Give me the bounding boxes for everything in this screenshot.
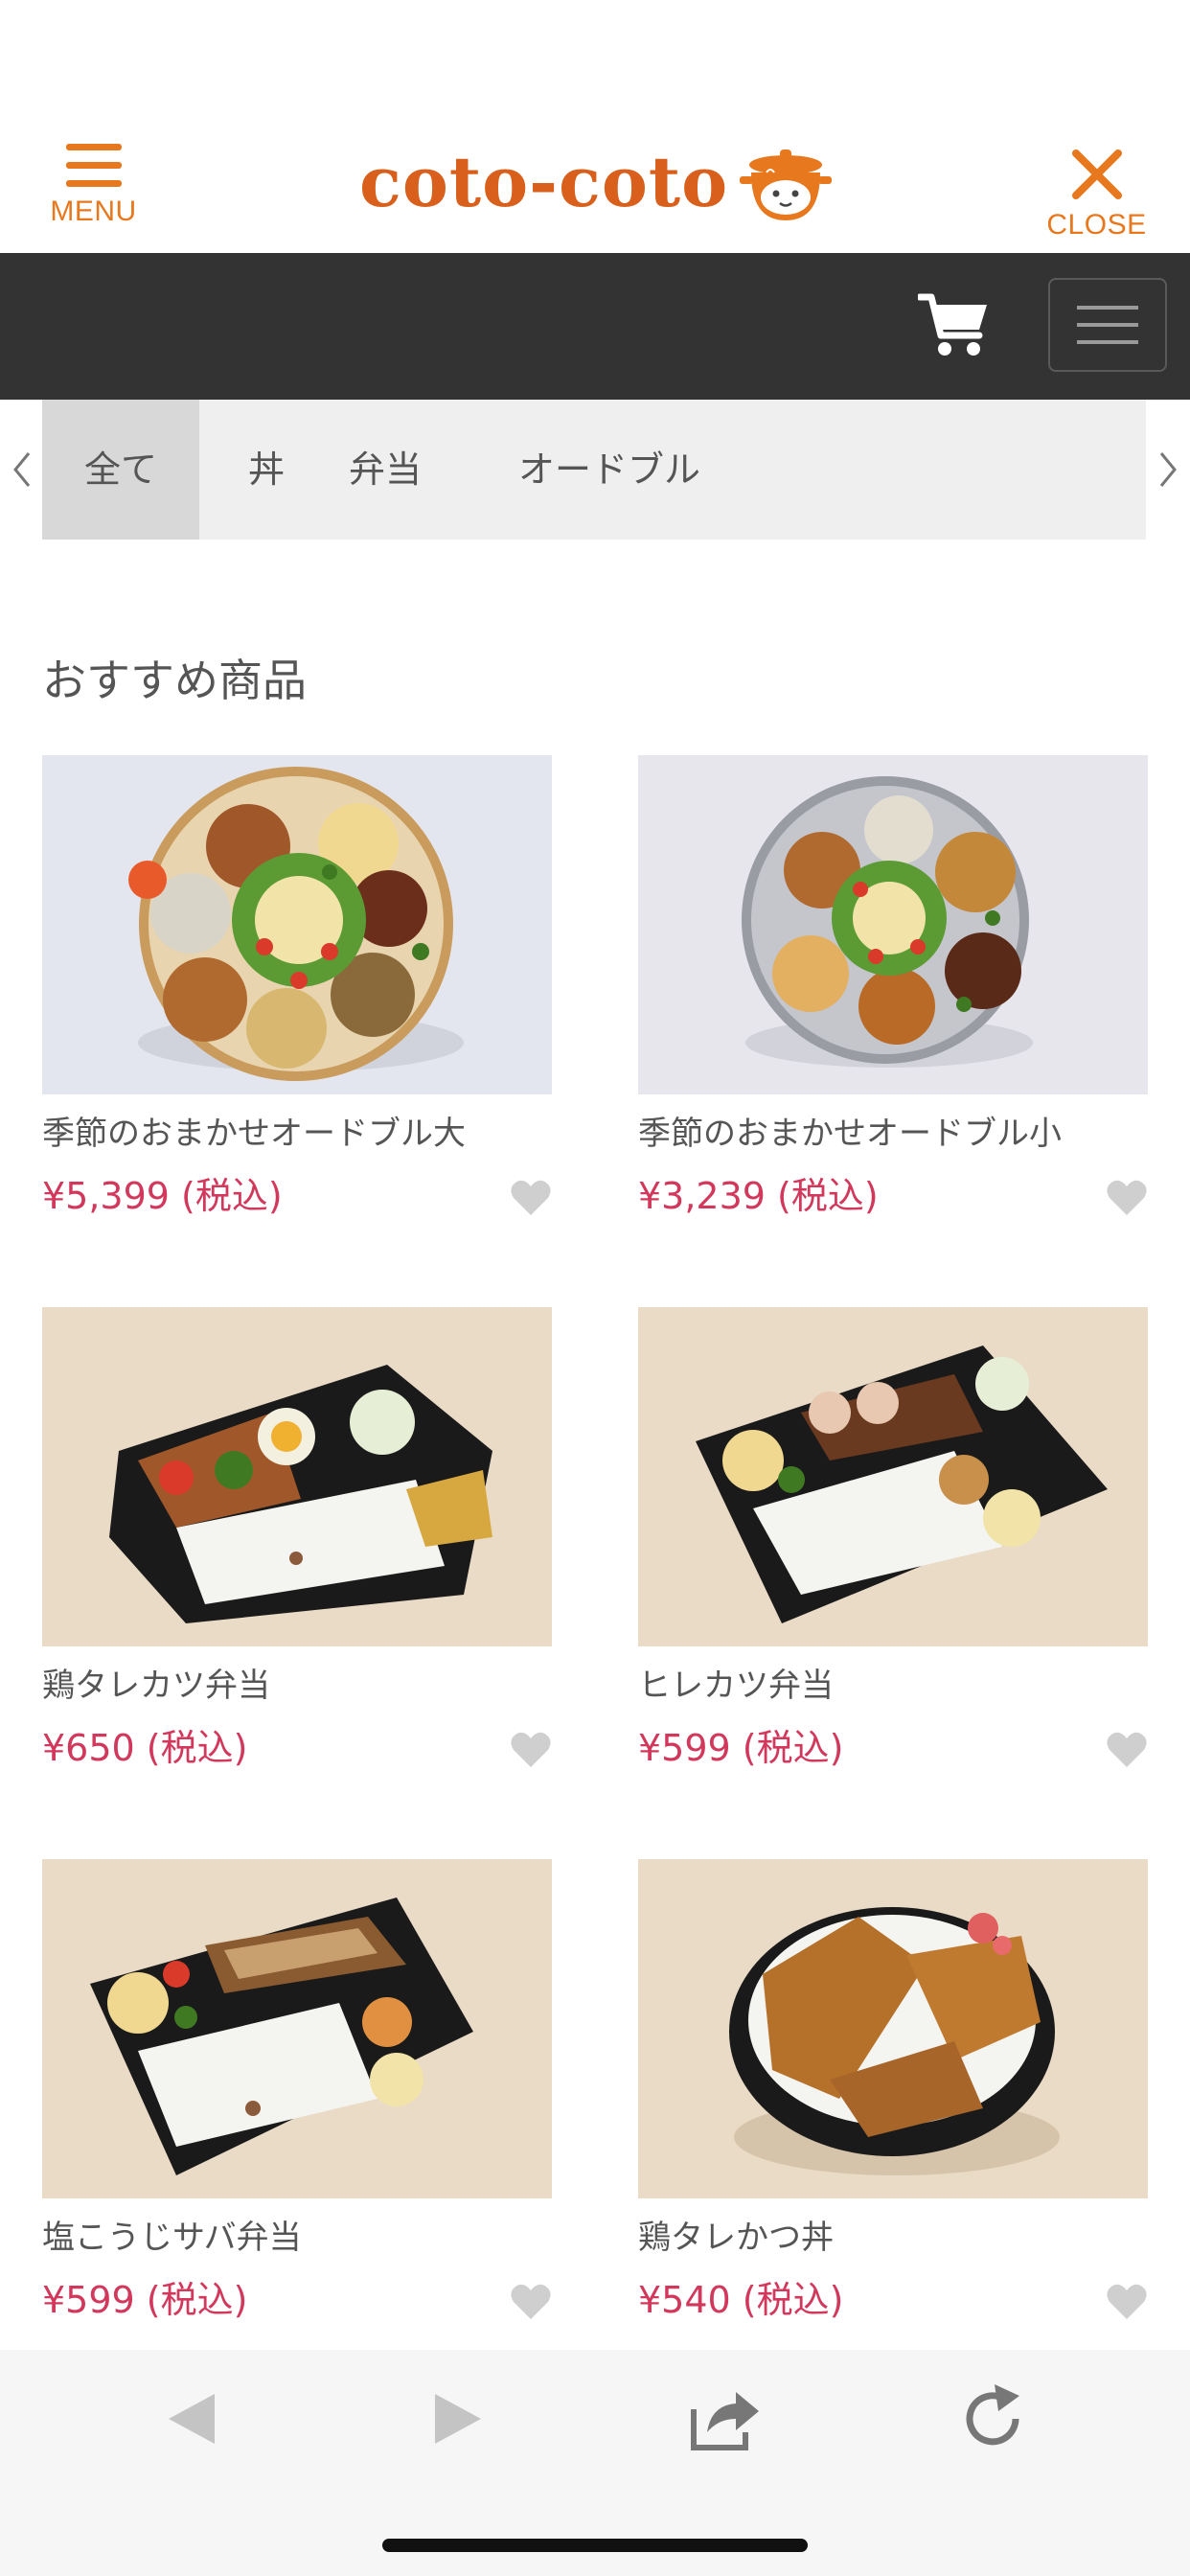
site-header: MENU coto-coto CLOSE — [0, 0, 1190, 253]
cart-icon[interactable] — [918, 289, 991, 362]
product-card[interactable]: 鶏タレカツ弁当 ¥650 (税込) — [42, 1307, 552, 1806]
product-name[interactable]: 鶏タレカツ弁当 — [42, 1662, 270, 1710]
nav-bar — [0, 253, 1190, 400]
tab-donburi[interactable]: 丼 — [220, 400, 312, 540]
product-name[interactable]: 季節のおまかせオードブル大 — [42, 1110, 466, 1158]
tab-bento[interactable]: 弁当 — [339, 400, 431, 540]
chevron-right-icon[interactable] — [1154, 448, 1182, 492]
home-indicator — [382, 2539, 808, 2552]
menu-button[interactable]: MENU — [38, 144, 149, 240]
product-image[interactable] — [638, 1307, 1148, 1646]
product-card[interactable]: ヒレカツ弁当 ¥599 (税込) — [638, 1307, 1148, 1806]
product-card[interactable]: 季節のおまかせオードブル小 ¥3,239 (税込) — [638, 755, 1148, 1254]
nav-toggle-button[interactable] — [1048, 278, 1167, 372]
browser-toolbar — [0, 2350, 1190, 2576]
pot-logo-icon — [740, 150, 832, 220]
tab-hors-doeuvre[interactable]: オードブル — [504, 400, 715, 540]
product-price: ¥5,399 (税込) — [42, 1175, 283, 1217]
product-image[interactable] — [42, 1859, 552, 2198]
tab-all[interactable]: 全て — [42, 400, 199, 540]
product-price: ¥599 (税込) — [42, 2279, 248, 2321]
heart-icon[interactable] — [510, 1179, 552, 1217]
product-image[interactable] — [638, 1859, 1148, 2198]
section-title: おすすめ商品 — [42, 655, 307, 706]
product-card[interactable]: 季節のおまかせオードブル大 ¥5,399 (税込) — [42, 755, 552, 1254]
heart-icon[interactable] — [1106, 1731, 1148, 1769]
product-card[interactable]: 塩こうじサバ弁当 ¥599 (税込) — [42, 1859, 552, 2358]
heart-icon[interactable] — [1106, 1179, 1148, 1217]
reload-icon[interactable] — [956, 2380, 1033, 2457]
hamburger-icon — [65, 144, 122, 188]
product-price: ¥540 (税込) — [638, 2279, 844, 2321]
product-name[interactable]: 塩こうじサバ弁当 — [42, 2214, 302, 2262]
heart-icon[interactable] — [510, 1731, 552, 1769]
site-logo[interactable]: coto-coto — [359, 144, 838, 220]
close-icon — [1071, 150, 1122, 199]
heart-icon[interactable] — [510, 2283, 552, 2321]
product-price: ¥599 (税込) — [638, 1727, 844, 1769]
close-label: CLOSE — [1046, 209, 1147, 241]
product-image[interactable] — [42, 1307, 552, 1646]
back-arrow-icon[interactable] — [153, 2380, 230, 2457]
chevron-left-icon[interactable] — [8, 448, 36, 492]
logo-text: coto-coto — [359, 141, 729, 222]
category-tabs: 全て 丼 弁当 オードブル — [0, 400, 1190, 540]
product-image[interactable] — [42, 755, 552, 1094]
menu-label: MENU — [50, 196, 137, 227]
tab-strip: 全て 丼 弁当 オードブル — [42, 400, 1146, 540]
close-button[interactable]: CLOSE — [1037, 144, 1156, 241]
product-price: ¥3,239 (税込) — [638, 1175, 879, 1217]
product-name[interactable]: 季節のおまかせオードブル小 — [638, 1110, 1062, 1158]
share-icon[interactable] — [686, 2380, 763, 2457]
heart-icon[interactable] — [1106, 2283, 1148, 2321]
product-name[interactable]: 鶏タレかつ丼 — [638, 2214, 834, 2262]
product-image[interactable] — [638, 755, 1148, 1094]
product-card[interactable]: 鶏タレかつ丼 ¥540 (税込) — [638, 1859, 1148, 2358]
product-price: ¥650 (税込) — [42, 1727, 248, 1769]
product-name[interactable]: ヒレカツ弁当 — [638, 1662, 834, 1710]
forward-arrow-icon[interactable] — [420, 2380, 496, 2457]
